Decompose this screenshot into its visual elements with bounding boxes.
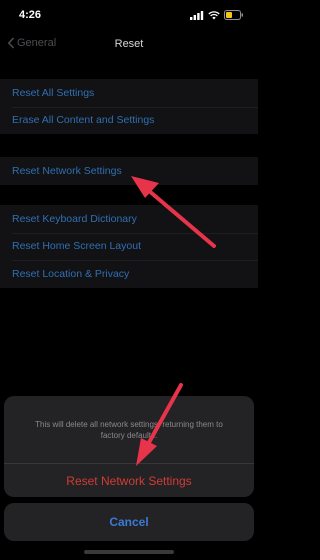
home-indicator — [84, 550, 174, 554]
settings-group-reset-all: Reset All Settings Erase All Content and… — [0, 79, 258, 134]
erase-all-content-item[interactable]: Erase All Content and Settings — [0, 106, 258, 135]
page-title: Reset — [114, 38, 144, 50]
status-time: 4:26 — [19, 9, 42, 21]
reset-network-settings-button[interactable]: Reset Network Settings — [4, 464, 254, 497]
wifi-icon — [208, 10, 220, 19]
reset-home-screen-layout-item[interactable]: Reset Home Screen Layout — [0, 232, 258, 261]
navigation-bar: General Reset — [0, 30, 258, 60]
action-sheet: This will delete all network settings, r… — [4, 396, 254, 497]
reset-keyboard-dictionary-item[interactable]: Reset Keyboard Dictionary — [0, 205, 258, 233]
action-sheet-message: This will delete all network settings, r… — [35, 419, 223, 440]
status-icons — [190, 10, 244, 20]
reset-all-settings-item[interactable]: Reset All Settings — [0, 79, 258, 107]
settings-group-network: Reset Network Settings — [0, 157, 258, 185]
settings-group-other: Reset Keyboard Dictionary Reset Home Scr… — [0, 205, 258, 288]
status-bar: 4:26 — [0, 0, 258, 30]
cancel-button[interactable]: Cancel — [4, 503, 254, 541]
reset-network-settings-item[interactable]: Reset Network Settings — [0, 157, 258, 185]
battery-icon — [224, 10, 243, 20]
signal-icon — [190, 10, 204, 20]
reset-location-privacy-item[interactable]: Reset Location & Privacy — [0, 260, 258, 288]
